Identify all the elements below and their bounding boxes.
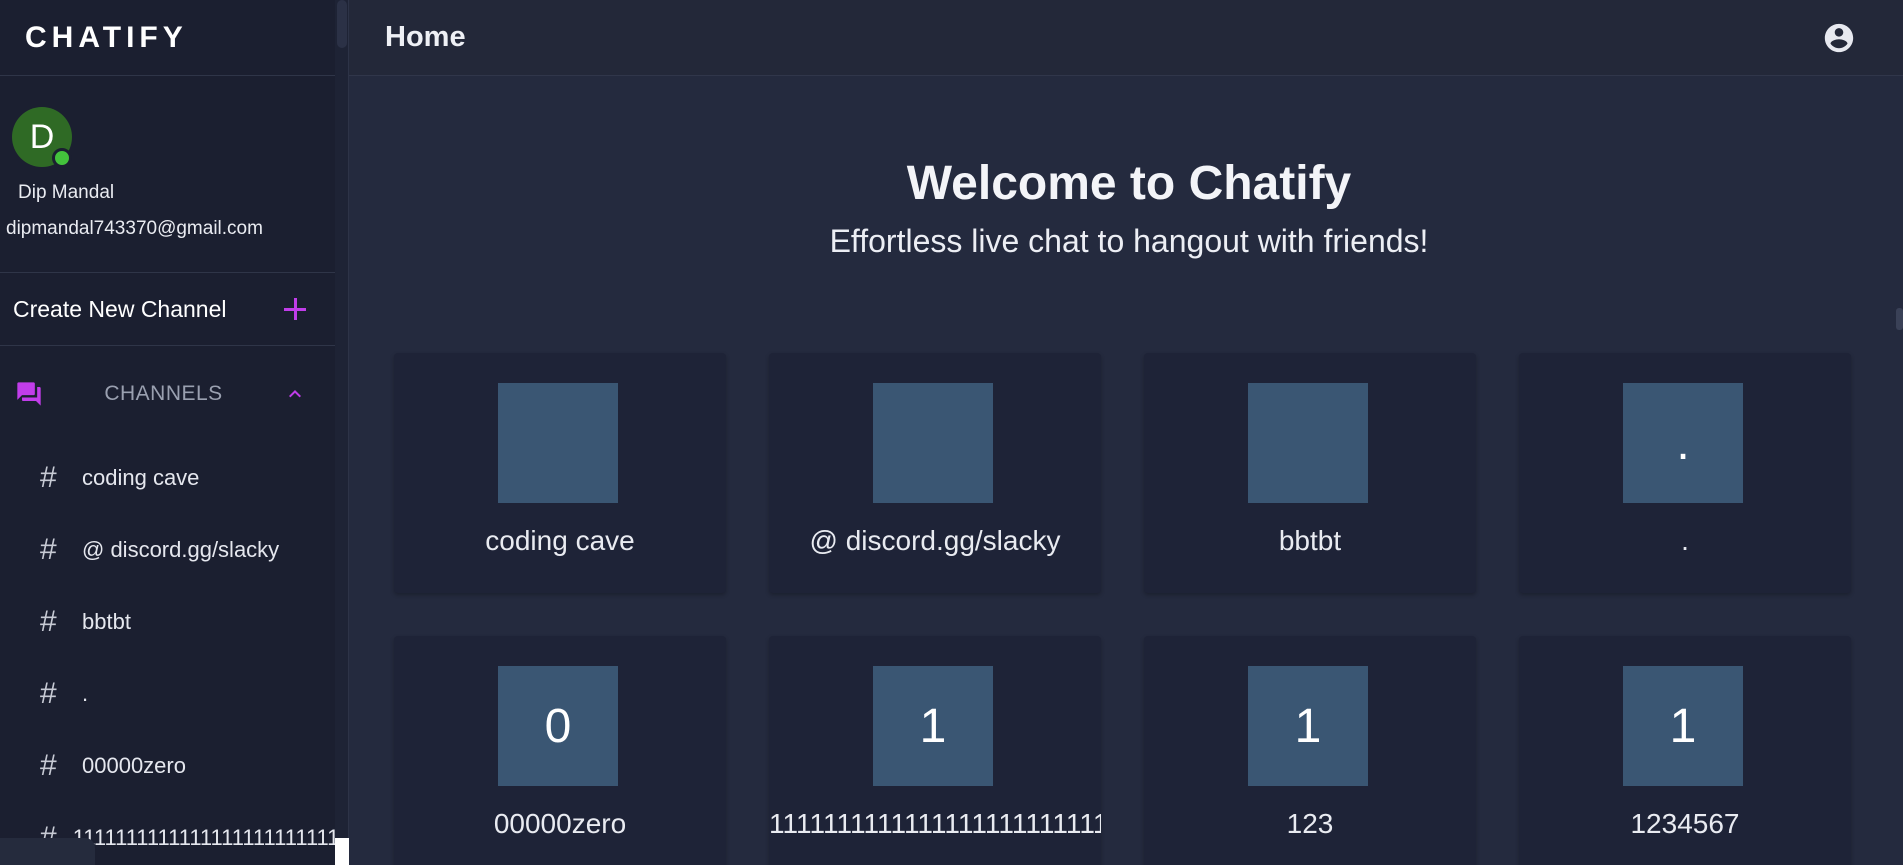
channel-card[interactable]: @ discord.gg/slacky	[769, 353, 1101, 593]
channel-thumbnail: 1	[873, 666, 993, 786]
channel-item[interactable]: # .	[0, 658, 335, 730]
channel-card[interactable]: 1 1111111111111111111111111	[769, 636, 1101, 865]
channel-card[interactable]: 1 1234567	[1519, 636, 1851, 865]
channel-card-name: 123	[1286, 808, 1334, 839]
channel-name: @ discord.gg/slacky	[82, 537, 280, 562]
channels-header-label: CHANNELS	[104, 382, 223, 405]
channel-item[interactable]: # coding cave	[0, 442, 335, 514]
channel-thumbnail	[498, 383, 618, 503]
channel-card[interactable]: 0 00000zero	[394, 636, 726, 865]
channel-thumbnail	[1248, 383, 1368, 503]
brand-logo[interactable]: CHATIFY	[0, 0, 335, 76]
top-app-bar: Home	[349, 0, 1903, 76]
chat-bubbles-icon	[17, 382, 41, 406]
channel-card-name: 00000zero	[493, 808, 627, 839]
channel-item[interactable]: # bbtbt	[0, 586, 335, 658]
user-profile: D Dip Mandal dipmandal743370@gmail.com	[0, 76, 335, 273]
channel-card-name: @ discord.gg/slacky	[809, 525, 1061, 556]
sidebar-scrollbar-thumb[interactable]	[337, 0, 347, 48]
channel-item[interactable]: # 00000zero	[0, 730, 335, 802]
user-email: dipmandal743370@gmail.com	[6, 218, 263, 239]
scrollbar-corner	[335, 838, 349, 865]
create-channel-label: Create New Channel	[13, 295, 227, 322]
channel-card-name: 1234567	[1630, 808, 1740, 839]
channel-card[interactable]: bbtbt	[1144, 353, 1476, 593]
page-title: Home	[385, 21, 466, 53]
channel-name: bbtbt	[82, 609, 131, 634]
channel-card-grid: coding cave @ discord.gg/slacky bbtbt . …	[394, 353, 1851, 865]
create-channel-button[interactable]: Create New Channel	[0, 273, 335, 346]
channel-item[interactable]: # @ discord.gg/slacky	[0, 514, 335, 586]
channel-card-name: 1111111111111111111111111	[769, 808, 1101, 839]
channel-thumbnail: .	[1623, 383, 1743, 503]
hash-icon: #	[40, 533, 57, 566]
account-circle-icon[interactable]	[1822, 21, 1856, 55]
chevron-up-icon[interactable]	[283, 382, 307, 406]
hash-icon: #	[40, 461, 57, 494]
channel-list: # coding cave # @ discord.gg/slacky # bb…	[0, 442, 335, 865]
channel-card-name: .	[1681, 525, 1689, 556]
channel-card-name: coding cave	[485, 525, 635, 556]
channel-name: coding cave	[82, 465, 200, 490]
channel-name: .	[82, 681, 89, 706]
hash-icon: #	[40, 677, 57, 710]
welcome-heading: Welcome to Chatify	[906, 157, 1352, 210]
main-content: Welcome to Chatify Effortless live chat …	[349, 76, 1903, 865]
welcome-subheading: Effortless live chat to hangout with fri…	[829, 223, 1429, 259]
channel-thumbnail: 1	[1623, 666, 1743, 786]
plus-icon[interactable]	[283, 297, 307, 321]
online-status-indicator	[52, 148, 72, 168]
channel-thumbnail: 0	[498, 666, 618, 786]
channel-card[interactable]: . .	[1519, 353, 1851, 593]
horizontal-scrollbar[interactable]	[0, 838, 95, 865]
channel-card[interactable]: 1 123	[1144, 636, 1476, 865]
hash-icon: #	[40, 605, 57, 638]
channel-name: 00000zero	[82, 753, 186, 778]
channel-card-name: bbtbt	[1278, 525, 1342, 556]
channel-card[interactable]: coding cave	[394, 353, 726, 593]
sidebar-scrollbar-track[interactable]	[335, 0, 349, 865]
main-scrollbar-thumb[interactable]	[1896, 308, 1903, 330]
channel-thumbnail: 1	[1248, 666, 1368, 786]
hash-icon: #	[40, 749, 57, 782]
channels-section-toggle[interactable]: CHANNELS	[0, 346, 335, 442]
user-name: Dip Mandal	[18, 182, 115, 203]
channel-thumbnail	[873, 383, 993, 503]
welcome-section: Welcome to Chatify Effortless live chat …	[349, 156, 1903, 260]
sidebar: CHATIFY D Dip Mandal dipmandal743370@gma…	[0, 0, 335, 865]
channel-name: 1111111111111111111111111	[72, 825, 335, 850]
